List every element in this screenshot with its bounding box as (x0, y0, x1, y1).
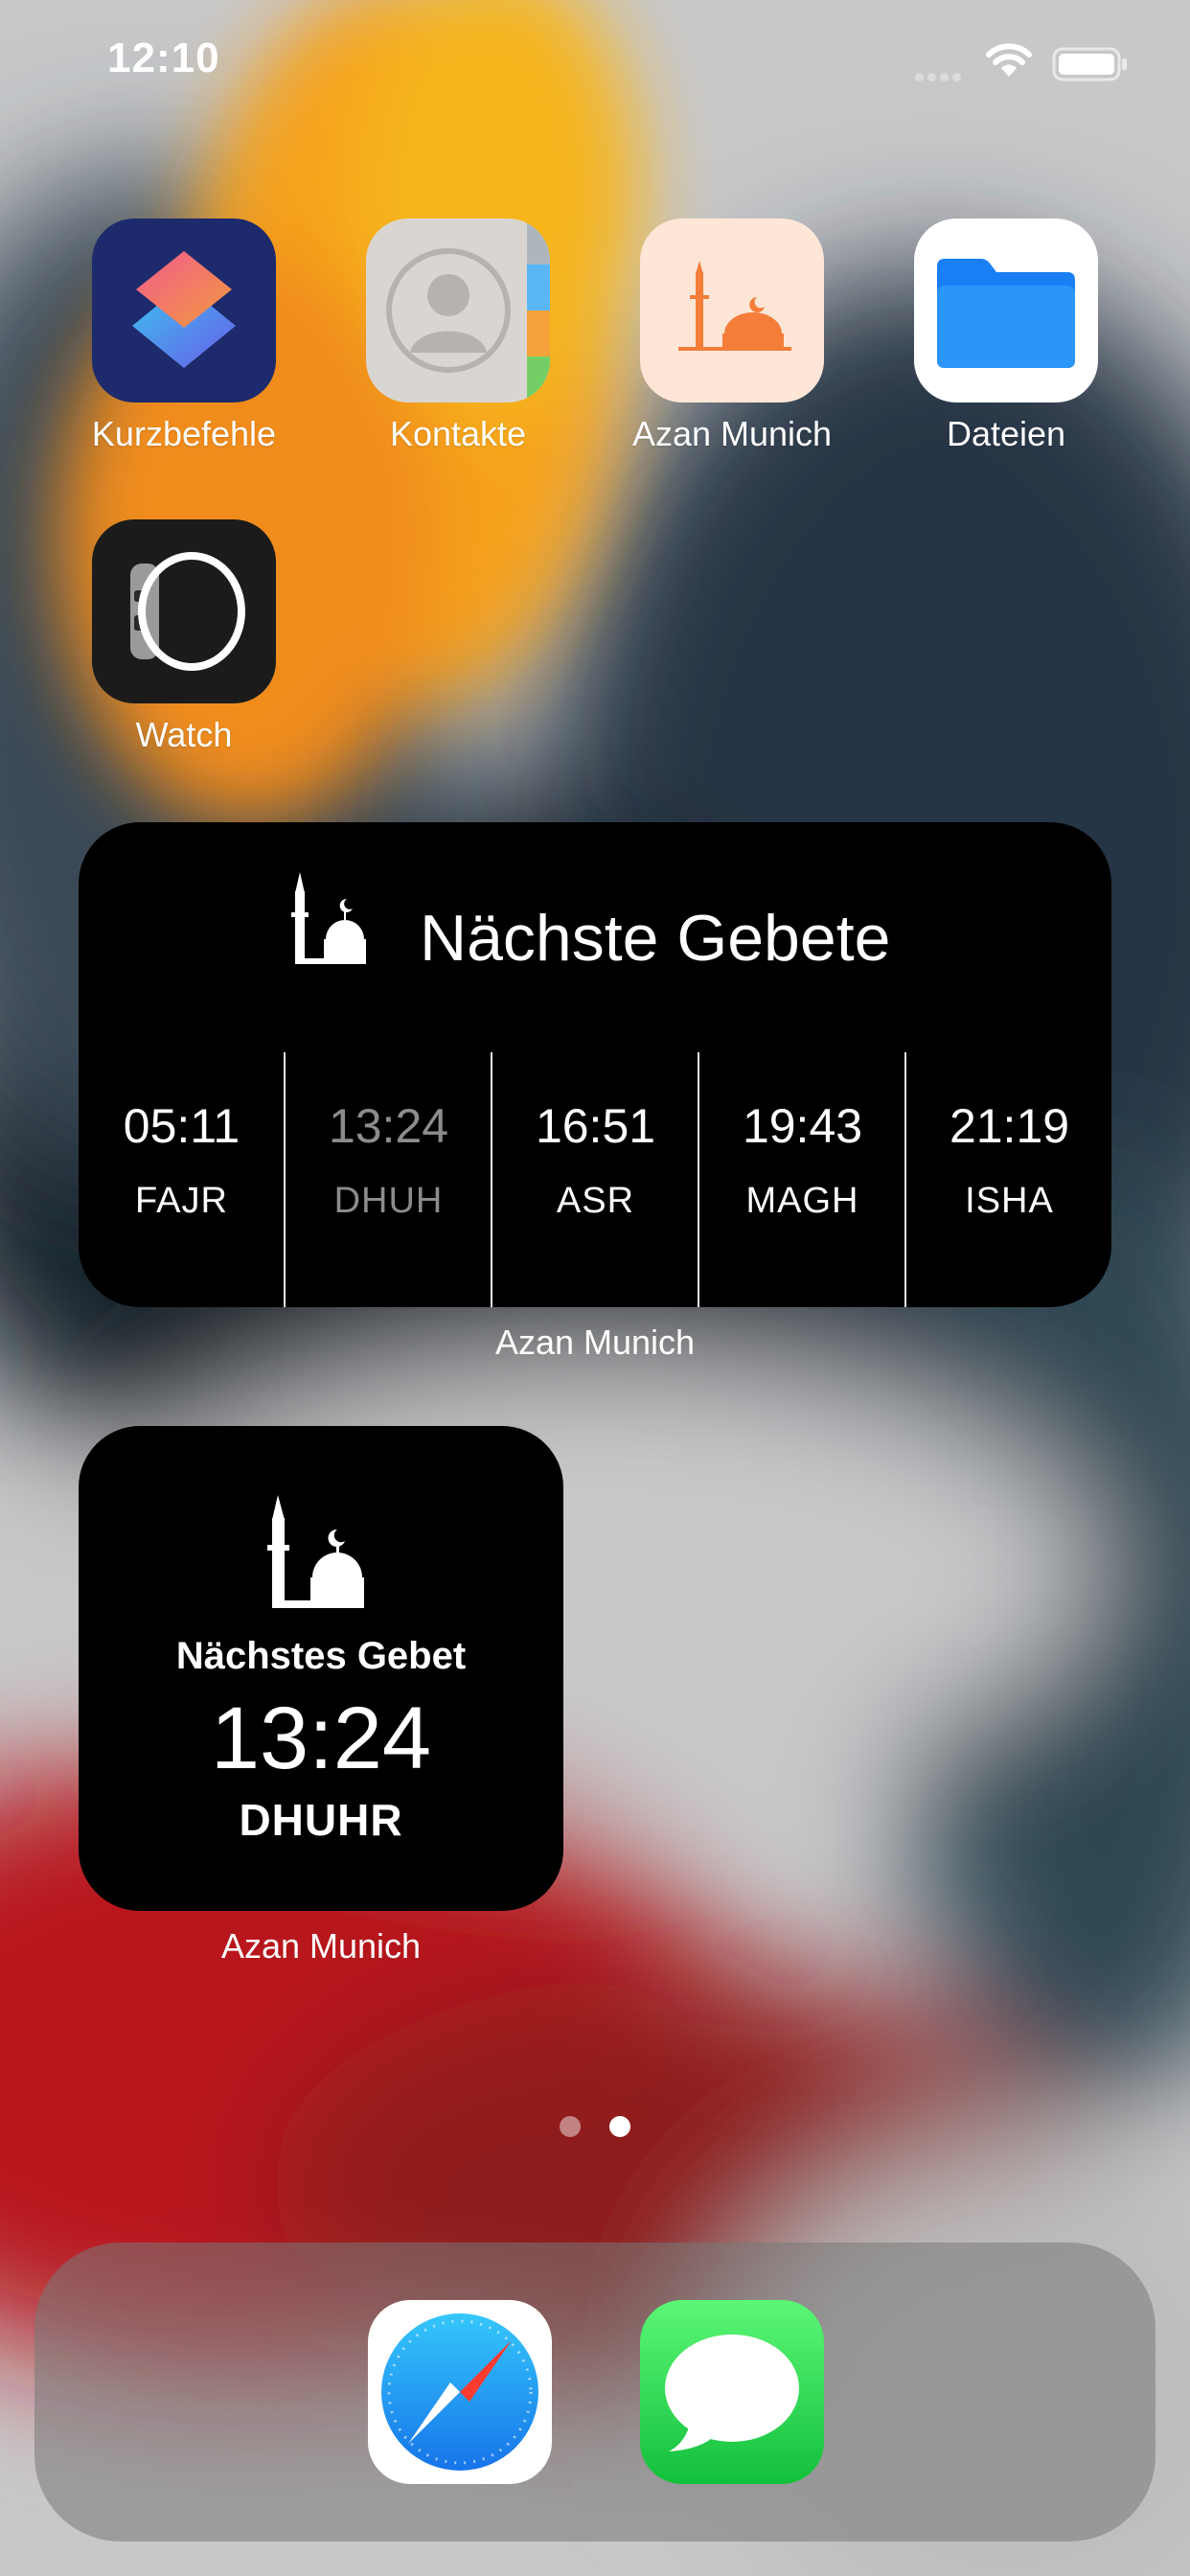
app-kurzbefehle[interactable]: Kurzbefehle (79, 218, 289, 454)
prayer-dhuhr: 13:24 DHUH (286, 1052, 492, 1307)
safari-icon[interactable] (368, 2300, 552, 2484)
contacts-icon (366, 218, 550, 402)
app-label: Azan Munich (631, 414, 833, 453)
prayer-name: ASR (556, 1181, 635, 1221)
wifi-icon (986, 43, 1032, 77)
prayer-time: 13:24 (328, 1099, 449, 1153)
next-prayer-name: DHUHR (239, 1795, 403, 1845)
widget-caption: Azan Munich (220, 1926, 422, 1966)
messages-icon[interactable] (640, 2300, 824, 2484)
signal-icon (915, 69, 969, 81)
app-label: Kurzbefehle (91, 414, 277, 453)
watch-icon (92, 519, 276, 703)
files-folder-icon (914, 218, 1098, 402)
app-label: Kontakte (389, 414, 527, 453)
next-prayer-widget[interactable]: Nächstes Gebet 13:24 DHUHR (79, 1426, 563, 1911)
status-time: 12:10 (107, 34, 220, 81)
battery-icon (1052, 47, 1127, 81)
prayer-maghrib: 19:43 MAGH (699, 1052, 905, 1307)
app-watch[interactable]: Watch (79, 519, 289, 755)
next-prayer-time: 13:24 (210, 1690, 432, 1787)
prayer-isha: 21:19 ISHA (906, 1052, 1112, 1307)
prayer-name: FAJR (135, 1181, 228, 1221)
prayer-name: DHUH (333, 1181, 444, 1221)
app-label: Watch (135, 715, 233, 754)
shortcuts-icon (92, 218, 276, 402)
prayer-name: ISHA (965, 1181, 1054, 1221)
prayer-time: 21:19 (949, 1099, 1070, 1153)
mosque-icon (291, 872, 366, 964)
dock (34, 2242, 1156, 2542)
prayer-asr: 16:51 ASR (492, 1052, 698, 1307)
prayer-time: 19:43 (742, 1099, 863, 1153)
app-label: Dateien (946, 414, 1066, 453)
widget-title: Nächstes Gebet (175, 1635, 467, 1677)
app-dateien[interactable]: Dateien (901, 218, 1111, 454)
mosque-icon (267, 1495, 364, 1608)
app-azan-munich[interactable]: Azan Munich (627, 218, 837, 454)
widget-caption: Azan Munich (494, 1322, 696, 1362)
app-kontakte[interactable]: Kontakte (353, 218, 563, 454)
prayer-fajr: 05:11 FAJR (79, 1052, 285, 1307)
prayer-name: MAGH (745, 1181, 859, 1221)
azan-munich-icon (640, 218, 824, 402)
page-dot-1[interactable] (560, 2116, 581, 2137)
prayer-time: 16:51 (535, 1099, 656, 1153)
prayer-times-widget[interactable]: Nächste Gebete 05:11 FAJR 13:24 DHUH 16:… (79, 822, 1111, 1307)
page-dot-2-active[interactable] (609, 2116, 630, 2137)
prayer-time: 05:11 (123, 1099, 240, 1153)
widget-title: Nächste Gebete (420, 902, 891, 975)
